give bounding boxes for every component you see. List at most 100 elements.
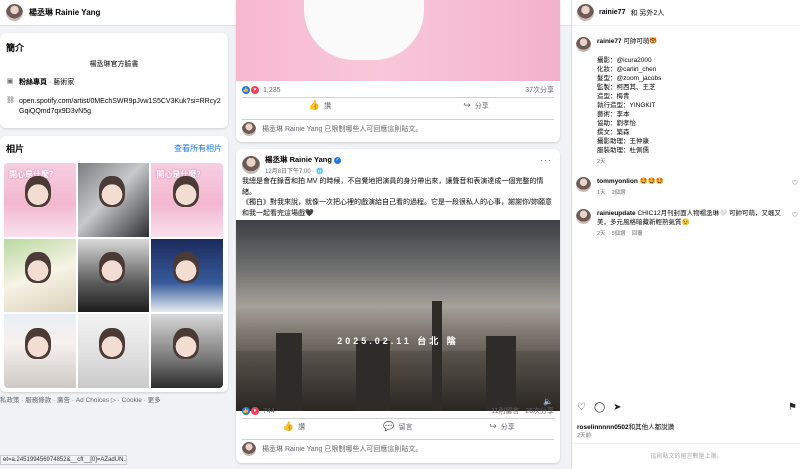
ig-credit-line: 髮型：@zoom_jacobs <box>597 75 662 82</box>
ig-credit-line: 化妝：@carlin_chen <box>597 66 657 73</box>
heart-icon[interactable]: ♡ <box>792 179 798 187</box>
thumbs-up-icon: 👍 <box>308 100 321 110</box>
ig-comment-text: 🤩🤩🤩 <box>639 178 664 185</box>
ig-avatar[interactable] <box>576 177 591 192</box>
ig-comment-user[interactable]: tommyonlion <box>597 178 638 185</box>
footer-links[interactable]: 私政策 · 服務條款 · 廣告 · Ad Choices ▷ · Cookie … <box>0 394 228 404</box>
ig-comment-likes[interactable]: 5個讚 <box>612 230 626 239</box>
intro-bio: 楊丞琳官方臉書 <box>89 61 139 68</box>
post-author[interactable]: 楊丞琳 Rainie Yang <box>265 155 332 164</box>
ig-comment: rainieupdate CHIC12月刊封面人物楊丞琳🤍 可帥可萌，又颯又美，… <box>576 209 798 239</box>
ig-credit-line: 監製：柯西其、王芝 <box>597 84 656 91</box>
comment-button[interactable]: 💬 留言 <box>346 419 450 434</box>
ig-comment: tommyonlion 🤩🤩🤩 1天 2個讚 ♡ <box>576 177 798 198</box>
post-actions: 👍 讚 💬 留言 ↪ 分享 <box>242 418 554 434</box>
photo-thumbnail[interactable] <box>4 238 76 313</box>
ig-credit-line: 攝影助理：王仲康 <box>597 138 649 145</box>
see-all-photos-link[interactable]: 查看所有相片 <box>174 143 222 154</box>
post-text: 我總是會在錄音和拍 MV 的時候，不自覺地把演員的身分帶出來，讓聲音和表演達成一… <box>242 177 554 219</box>
love-reaction-icon: ♥ <box>251 86 259 94</box>
instagram-pane: rainie77 和 另外2人 rainie77 可帥可萌🐯 攝影：@icura… <box>571 0 800 469</box>
like-button[interactable]: 👍 讚 <box>242 419 346 434</box>
like-reaction-icon: 👍 <box>242 407 250 415</box>
ig-likes-user[interactable]: roselinnnnn0502 <box>577 424 629 431</box>
ig-likes: roselinnnnn0502和其他人都說讚 <box>577 421 674 431</box>
reaction-count[interactable]: 1,235 <box>263 87 281 94</box>
ig-avatar[interactable] <box>577 4 594 21</box>
bookmark-icon[interactable]: ⚑ <box>788 402 797 413</box>
photo-thumbnail[interactable]: 開心是什麼？ <box>4 163 76 237</box>
love-reaction-icon: ♥ <box>251 407 259 415</box>
page-name[interactable]: 楊丞琳 Rainie Yang <box>29 7 100 18</box>
heart-icon[interactable]: ♡ <box>577 402 586 413</box>
photo-thumbnail[interactable] <box>77 163 150 237</box>
ig-reply-button[interactable]: 回覆 <box>632 230 643 239</box>
share-icon: ↪ <box>463 100 471 110</box>
ig-header-suffix[interactable]: 和 另外2人 <box>630 8 664 18</box>
ig-action-bar: ♡ ◯ ➤ ⚑ <box>577 402 797 413</box>
heart-icon[interactable]: ♡ <box>792 211 798 219</box>
post-stats: 👍 ♥ 744 11則留言 26次分享 <box>242 405 554 417</box>
info-icon: ▣ <box>6 78 14 85</box>
comment-restriction: 楊丞琳 Rainie Yang 已限制哪些人可回應這則貼文。 <box>242 439 554 457</box>
ig-credit-line: 撰文：築森 <box>597 129 630 136</box>
like-button[interactable]: 👍 讚 <box>242 98 398 113</box>
comment-count[interactable]: 11則留言 <box>491 408 519 415</box>
post-header: 楊丞琳 Rainie Yang ✓ 12月8日下午7:00 · 🌐 <box>242 154 341 175</box>
post-video[interactable]: 2025.02.11 台北 陰 🔈 <box>236 220 560 411</box>
category-value: · 藝術家 <box>47 79 75 86</box>
photo-grid: 開心是什麼？ 開心是什麼？ <box>4 163 223 388</box>
comment-icon[interactable]: ◯ <box>594 402 605 413</box>
post-image[interactable] <box>236 0 560 81</box>
ig-caption-age: 2天 <box>597 159 606 165</box>
ig-credit-line: 執行造型：YINGKIT <box>597 102 656 109</box>
ig-credit-line: 攝影：@icura2000 <box>597 57 652 64</box>
post-text-paragraph: 《獨白》對我來說，就像一次把心裡的戲演給自己看的過程。它是一段很私人的心事，謝謝… <box>242 199 552 217</box>
photo-thumbnail[interactable]: 開心是什麼？ <box>151 163 223 237</box>
reaction-count[interactable]: 744 <box>263 408 275 415</box>
page-avatar[interactable] <box>6 4 23 21</box>
intro-card: 簡介 楊丞琳官方臉書 ▣ 粉絲專頁 · 藝術家 ⛓ open.spotify.c… <box>0 33 228 128</box>
ig-header-user[interactable]: rainie77 <box>599 9 625 16</box>
photo-thumbnail[interactable] <box>151 314 223 388</box>
ig-caption: rainie77 可帥可萌🐯 攝影：@icura2000 化妝：@carlin_… <box>576 37 798 167</box>
ig-post-date: 2天前 <box>577 433 592 439</box>
verified-badge-icon: ✓ <box>333 156 341 164</box>
ig-avatar[interactable] <box>576 37 591 52</box>
ig-credit-line: 造型：梅青 <box>597 93 630 100</box>
ig-post-header: rainie77 和 另外2人 <box>572 0 800 26</box>
share-count[interactable]: 26次分享 <box>525 408 554 415</box>
link-row: ⛓ open.spotify.com/artist/0MEchSWR9pJvw1… <box>6 97 222 117</box>
author-avatar[interactable] <box>242 155 260 174</box>
spotify-link[interactable]: open.spotify.com/artist/0MEchSWR9pJvw1S5… <box>19 97 222 117</box>
ig-comments-limited-notice: 這則貼文的留言數量上限。 <box>572 443 800 469</box>
photo-thumbnail[interactable] <box>77 238 150 313</box>
restriction-text: 楊丞琳 Rainie Yang 已限制哪些人可回應這則貼文。 <box>262 445 423 453</box>
photos-card: 相片 查看所有相片 開心是什麼？ 開心是什麼？ <box>0 136 228 392</box>
restriction-text: 楊丞琳 Rainie Yang 已限制哪些人可回應這則貼文。 <box>262 125 423 133</box>
comment-restriction: 楊丞琳 Rainie Yang 已限制哪些人可回應這則貼文。 <box>242 119 554 137</box>
post-timestamp[interactable]: 12月8日下午7:00 · 🌐 <box>265 166 341 175</box>
thumbs-up-icon: 👍 <box>282 421 295 431</box>
ig-comment-user[interactable]: rainieupdate <box>597 210 636 217</box>
photo-thumbnail[interactable] <box>4 314 76 388</box>
photo-thumbnail[interactable] <box>151 238 223 313</box>
ig-avatar[interactable] <box>576 209 591 224</box>
share-button[interactable]: ↪ 分享 <box>398 98 554 113</box>
ig-comment-likes[interactable]: 2個讚 <box>612 189 626 198</box>
post-options-icon[interactable]: ··· <box>540 155 552 165</box>
photos-title: 相片 <box>6 144 25 154</box>
ig-comment-age: 2天 <box>597 231 606 237</box>
post-text-paragraph: 我總是會在錄音和拍 MV 的時候，不自覺地把演員的身分帶出來，讓聲音和表演達成一… <box>242 178 544 196</box>
send-icon[interactable]: ➤ <box>613 402 621 413</box>
share-button[interactable]: ↪ 分享 <box>450 419 554 434</box>
video-caption: 2025.02.11 台北 陰 <box>337 336 459 346</box>
post-card: 楊丞琳 Rainie Yang ✓ 12月8日下午7:00 · 🌐 ··· 我總是… <box>236 149 560 463</box>
ig-likes-suffix[interactable]: 和其他人都說讚 <box>629 424 675 431</box>
photo-thumbnail[interactable] <box>77 314 150 388</box>
page-avatar <box>242 441 256 456</box>
share-count[interactable]: 37次分享 <box>525 85 554 95</box>
ig-caption-user[interactable]: rainie77 <box>597 38 622 45</box>
comment-icon: 💬 <box>383 421 395 431</box>
post-stats: 👍 ♥ 1,235 37次分享 <box>242 84 554 96</box>
